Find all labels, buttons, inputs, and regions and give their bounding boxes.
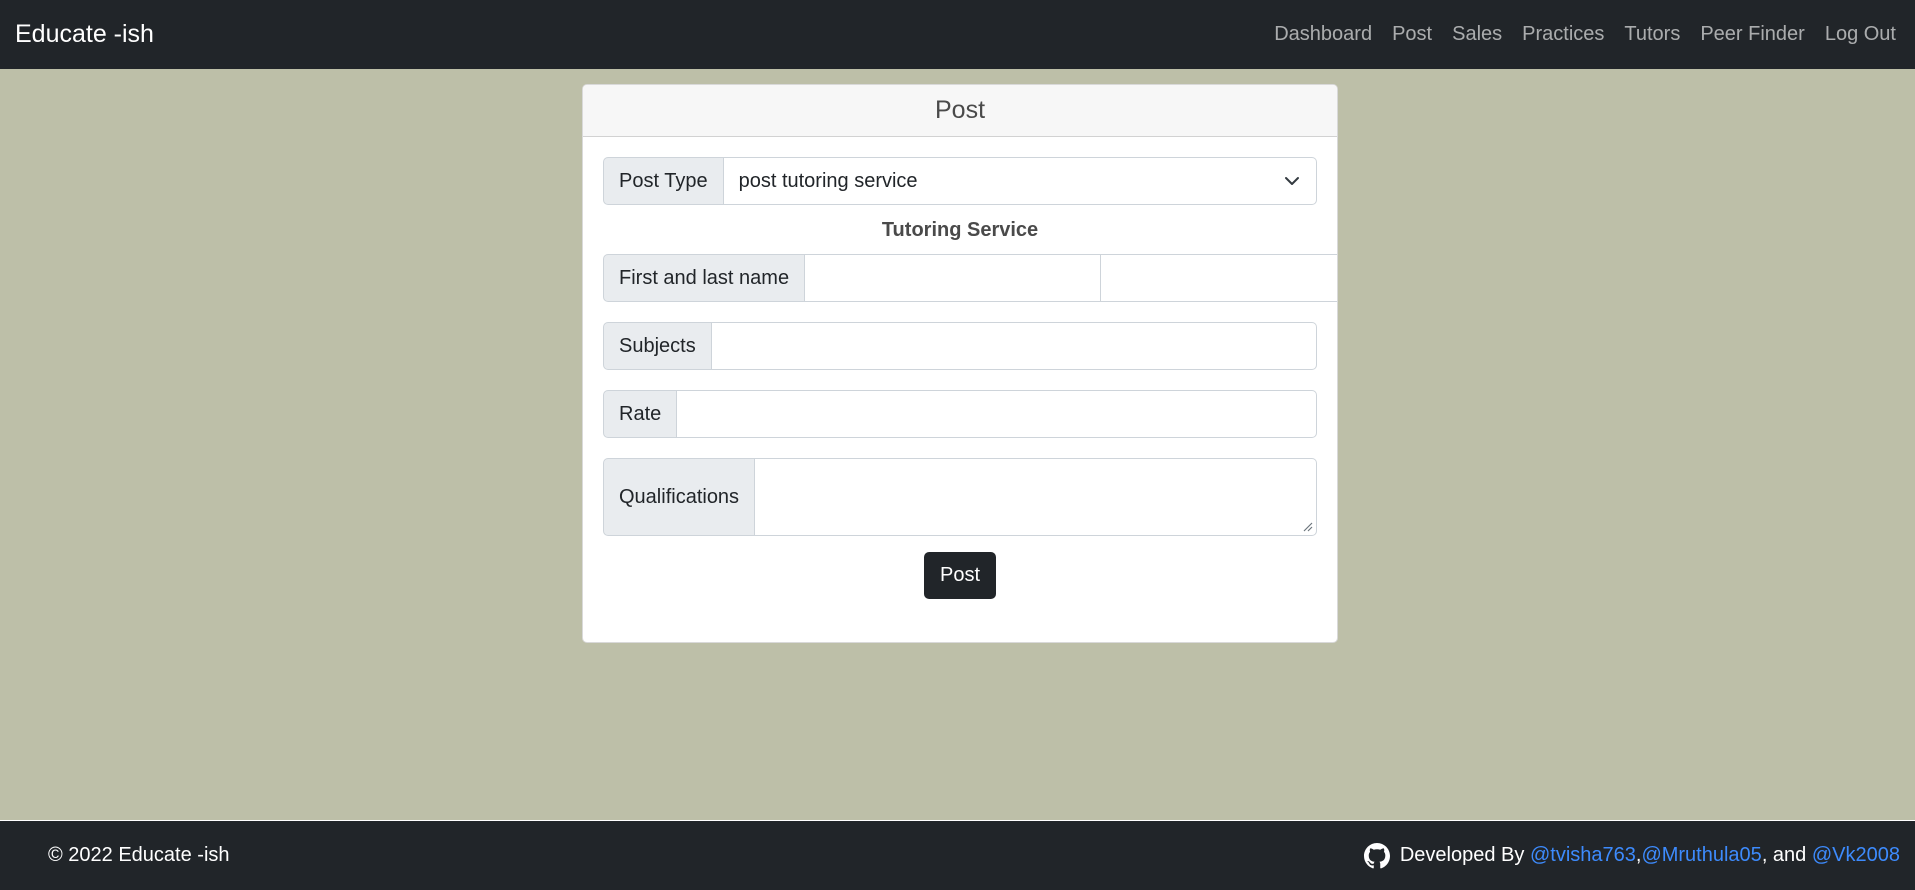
navbar: Educate -ish Dashboard Post Sales Practi…	[0, 0, 1915, 69]
rate-label: Rate	[603, 390, 678, 438]
qualifications-group: Qualifications	[603, 458, 1317, 536]
nav-link-practices[interactable]: Practices	[1512, 23, 1614, 46]
section-title: Tutoring Service	[881, 219, 1039, 241]
nav-links: Dashboard Post Sales Practices Tutors Pe…	[1264, 23, 1900, 46]
post-type-value: post tutoring service	[738, 169, 918, 192]
nav-link-tutors[interactable]: Tutors	[1614, 23, 1690, 46]
footer-copyright: © 2022 Educate -ish	[48, 844, 230, 866]
footer-credits: Developed By @tvisha763, @Mruthula05, an…	[1363, 842, 1900, 869]
github-icon	[1363, 842, 1390, 868]
last-name-input[interactable]	[1101, 254, 1337, 302]
qualifications-textarea[interactable]	[755, 458, 1317, 536]
post-card: Post Post Type post tutoring service Tut…	[582, 84, 1338, 643]
dev-link-vk2008[interactable]: @Vk2008	[1812, 844, 1900, 867]
post-type-label: Post Type	[603, 157, 724, 205]
dev-link-tvisha763[interactable]: @tvisha763	[1530, 844, 1636, 867]
subjects-group: Subjects	[603, 322, 1317, 370]
nav-link-post[interactable]: Post	[1382, 23, 1442, 46]
post-type-group: Post Type post tutoring service	[603, 157, 1317, 205]
card-body: Post Type post tutoring service Tutoring…	[583, 137, 1337, 619]
card-title: Post	[583, 85, 1337, 137]
rate-group: Rate	[603, 390, 1317, 438]
first-name-input[interactable]	[805, 254, 1102, 302]
dev-link-mruthula05[interactable]: @Mruthula05	[1641, 844, 1761, 867]
chevron-down-icon	[1285, 177, 1299, 185]
rate-input[interactable]	[677, 390, 1317, 438]
footer-sep-2: , and	[1761, 844, 1812, 866]
name-group: First and last name	[603, 254, 1337, 302]
submit-wrap: Post	[603, 552, 1317, 599]
subjects-label: Subjects	[603, 322, 712, 370]
name-label: First and last name	[603, 254, 806, 302]
nav-link-peer-finder[interactable]: Peer Finder	[1690, 23, 1815, 46]
footer: © 2022 Educate -ish Developed By @tvisha…	[0, 820, 1915, 890]
subjects-input[interactable]	[711, 322, 1317, 370]
qualifications-wrap	[755, 458, 1317, 536]
nav-link-dashboard[interactable]: Dashboard	[1264, 23, 1382, 46]
resize-grip-icon[interactable]	[1303, 522, 1313, 532]
post-type-select[interactable]: post tutoring service	[723, 157, 1317, 205]
developed-by-text: Developed By	[1399, 844, 1525, 866]
qualifications-label: Qualifications	[603, 458, 756, 536]
nav-link-sales[interactable]: Sales	[1442, 23, 1512, 46]
nav-link-log-out[interactable]: Log Out	[1815, 23, 1900, 46]
brand-logo[interactable]: Educate -ish	[15, 20, 154, 49]
post-button[interactable]: Post	[923, 552, 997, 599]
